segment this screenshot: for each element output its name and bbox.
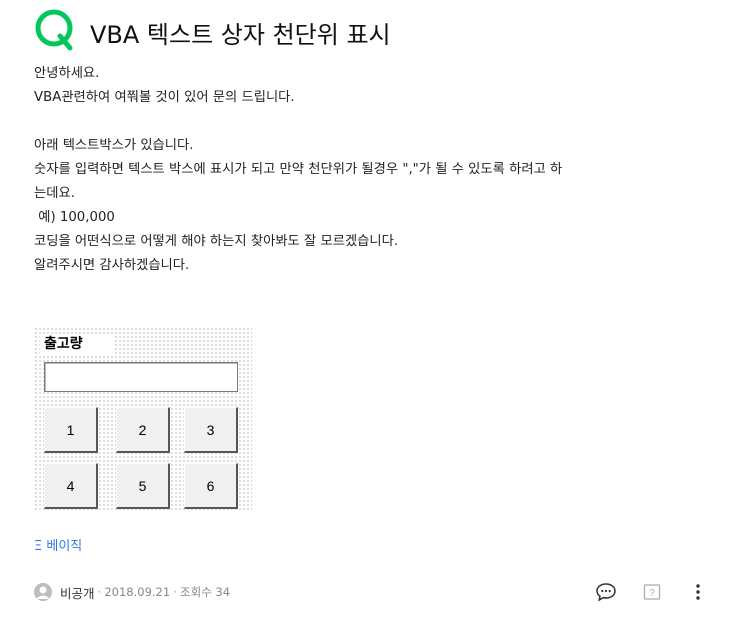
body-line: 안녕하세요. <box>34 66 100 81</box>
more-options-button[interactable] <box>686 580 710 604</box>
question-meta: 비공개 · 2018.09.21 · 조회수 34 <box>34 580 230 604</box>
comment-button[interactable] <box>594 580 618 604</box>
body-line: VBA관련하여 여쭤볼 것이 있어 문의 드립니다. <box>34 90 295 105</box>
author-name[interactable]: 비공개 <box>60 583 95 602</box>
question-title: VBA 텍스트 상자 천단위 표시 <box>90 21 391 49</box>
body-line-blank <box>34 110 724 134</box>
form-textbox <box>44 362 238 392</box>
body-line: 예) 100,000 <box>34 210 115 225</box>
report-icon: ? <box>643 584 661 600</box>
category-link[interactable]: Ξ 베이직 <box>34 535 82 554</box>
view-count: 조회수 34 <box>180 585 231 599</box>
post-date: 2018.09.21 <box>104 585 171 599</box>
comment-icon <box>596 583 616 602</box>
form-key-2: 2 <box>116 407 170 453</box>
user-icon <box>34 583 52 601</box>
body-line: 숫자를 입력하면 텍스트 박스에 표시가 되고 만약 천단위가 될경우 ","가… <box>34 162 563 177</box>
body-line: 는데요. <box>34 186 75 201</box>
form-key-1: 1 <box>44 407 98 453</box>
form-key-5: 5 <box>116 463 170 509</box>
category-list-icon: Ξ <box>34 539 43 554</box>
report-button[interactable]: ? <box>640 580 664 604</box>
form-key-4: 4 <box>44 463 98 509</box>
q-logo-icon <box>35 9 73 51</box>
form-key-3: 3 <box>184 407 238 453</box>
form-label-quantity: 출고량 <box>40 334 114 354</box>
avatar <box>34 583 52 601</box>
category-label: 베이직 <box>46 539 83 554</box>
body-line: 코딩을 어떤식으로 어떻게 해야 하는지 찾아봐도 잘 모르겠습니다. <box>34 234 399 249</box>
svg-text:?: ? <box>649 588 655 599</box>
body-line: 아래 텍스트박스가 있습니다. <box>34 138 194 153</box>
vba-form-screenshot: 출고량 1 2 3 4 5 6 <box>34 327 252 511</box>
question-body: 안녕하세요. VBA관련하여 여쭤볼 것이 있어 문의 드립니다. 아래 텍스트… <box>34 62 724 278</box>
body-line: 알려주시면 감사하겠습니다. <box>34 258 190 273</box>
form-key-6: 6 <box>184 463 238 509</box>
meta-separator: · <box>97 585 102 599</box>
more-vertical-icon <box>696 584 700 600</box>
meta-separator: · <box>173 585 178 599</box>
